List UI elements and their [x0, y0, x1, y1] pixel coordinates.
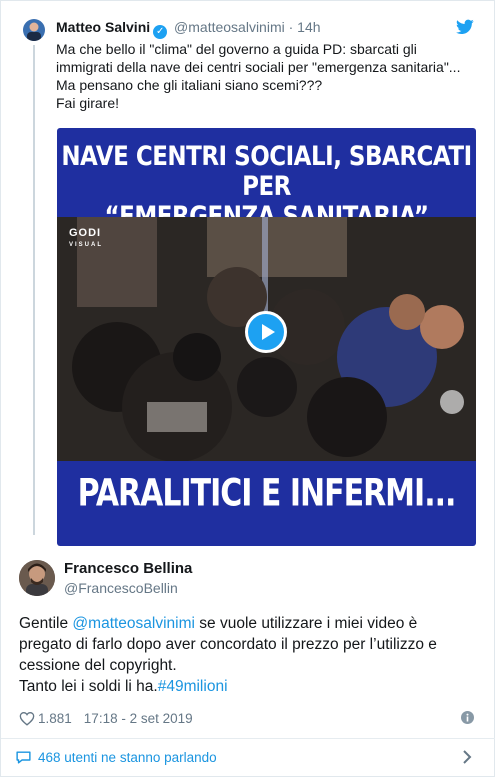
quoted-author-name[interactable]: Matteo Salvini: [56, 19, 150, 35]
quoted-text-line: immigrati della nave dei centri sociali …: [56, 59, 461, 75]
mention-link[interactable]: @matteosalvinimi: [72, 615, 195, 632]
quoted-tweet-time[interactable]: 14h: [297, 19, 320, 35]
video-watermark-logo: GODI VISUAL: [69, 227, 103, 251]
tweet-text-segment: Tanto lei i soldi li ha.: [19, 678, 158, 695]
like-count[interactable]: 1.881: [38, 711, 72, 726]
info-icon[interactable]: [461, 711, 474, 724]
header-separator: ·: [288, 19, 294, 35]
tweet-text-line: cessione del copyright.: [19, 657, 177, 674]
quoted-tweet-text: Ma che bello il "clima" del governo a gu…: [56, 40, 476, 112]
video-headline-line: NAVE CENTRI SOCIALI, SBARCATI PER: [61, 142, 472, 202]
tweet-text-line: pregato di farlo dopo aver concordato il…: [19, 636, 437, 653]
twitter-bird-icon[interactable]: [456, 19, 474, 35]
author-handle[interactable]: @FrancescoBellin: [64, 579, 178, 597]
speech-bubble-icon: [16, 750, 31, 764]
tweet-text-line: Tanto lei i soldi li ha.#49milioni: [19, 676, 479, 697]
video-player[interactable]: NAVE CENTRI SOCIALI, SBARCATI PER “EMERG…: [57, 128, 476, 546]
thread-connector-line: [33, 45, 35, 535]
quoted-text-line: Ma che bello il "clima" del governo a gu…: [56, 41, 417, 57]
author-name[interactable]: Francesco Bellina: [64, 559, 192, 579]
like-heart-icon[interactable]: [19, 711, 35, 726]
video-thumbnail[interactable]: GODI VISUAL: [57, 217, 476, 461]
tweet-meta: 1.881 17:18 - 2 set 2019: [19, 709, 193, 727]
quoted-text-line: Fai girare!: [56, 95, 120, 111]
tweet-embed-card: Matteo Salvini ✓ @matteosalvinimi · 14h M…: [0, 0, 495, 777]
tweet-text-segment: Gentile: [19, 615, 73, 632]
video-caption: PARALITICI E INFERMI...: [77, 471, 457, 516]
verified-badge-icon: ✓: [153, 25, 168, 39]
tweet-text: Gentile @matteosalvinimi se vuole utiliz…: [19, 613, 479, 697]
conversation-label[interactable]: 468 utenti ne stanno parlando: [38, 750, 217, 765]
hashtag-link[interactable]: #49milioni: [158, 678, 228, 695]
logo-subline: VISUAL: [69, 242, 104, 248]
tweet-text-line: Gentile @matteosalvinimi se vuole utiliz…: [19, 613, 479, 634]
footer-divider: [1, 738, 495, 739]
chevron-right-icon[interactable]: [462, 750, 472, 764]
tweet-timestamp[interactable]: 17:18 - 2 set 2019: [84, 711, 193, 726]
tweet-text-segment: se vuole utilizzare i miei video è: [194, 615, 418, 632]
logo-line: GODI: [69, 227, 102, 239]
quoted-author-avatar[interactable]: [23, 19, 45, 41]
quoted-text-line: Ma pensano che gli italiani siano scemi?…: [56, 77, 323, 93]
play-icon: [262, 324, 275, 340]
conversation-link[interactable]: 468 utenti ne stanno parlando: [15, 748, 217, 766]
play-button[interactable]: [245, 311, 287, 353]
quoted-tweet-header: Matteo Salvini ✓ @matteosalvinimi · 14h: [56, 18, 321, 39]
quoted-author-handle[interactable]: @matteosalvinimi: [174, 19, 285, 35]
author-avatar[interactable]: [19, 560, 55, 596]
